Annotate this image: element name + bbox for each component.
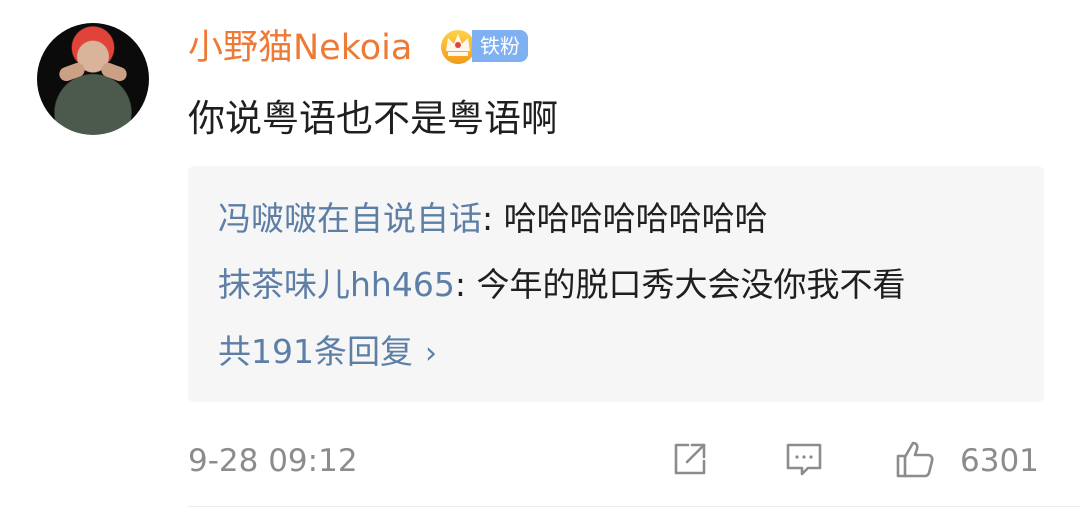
reply-author[interactable]: 冯啵啵在自说自话 [218,199,482,238]
fan-badge: 铁粉 [472,30,528,62]
like-count: 6301 [960,443,1039,479]
reply-separator: : [454,265,477,304]
view-all-replies-label: 共191条回复 [218,332,413,371]
reply-item[interactable]: 抹茶味儿hh465: 今年的脱口秀大会没你我不看 [218,264,905,306]
comment-icon[interactable] [782,437,826,481]
comment-timestamp: 9-28 09:12 [188,443,358,479]
divider [188,506,1080,507]
avatar-hand-left [57,60,87,84]
chevron-right-icon: › [425,336,437,371]
reply-text: 今年的脱口秀大会没你我不看 [476,265,906,304]
thumbs-up-icon[interactable] [893,437,937,481]
avatar[interactable] [37,23,149,135]
view-all-replies-link[interactable]: 共191条回复 › [218,331,437,375]
reply-text: 哈哈哈哈哈哈哈哈 [503,199,768,238]
avatar-hand-right [99,60,129,84]
reply-preview-box[interactable]: 冯啵啵在自说自话: 哈哈哈哈哈哈哈哈 抹茶味儿hh465: 今年的脱口秀大会没你… [188,166,1044,402]
comment-text: 你说粤语也不是粤语啊 [188,97,558,140]
reply-item[interactable]: 冯啵啵在自说自话: 哈哈哈哈哈哈哈哈 [218,198,768,240]
share-icon[interactable] [668,437,712,481]
reply-separator: : [482,199,504,238]
comment-username[interactable]: 小野猫Nekoia [188,26,412,70]
reply-author[interactable]: 抹茶味儿hh465 [218,265,455,304]
